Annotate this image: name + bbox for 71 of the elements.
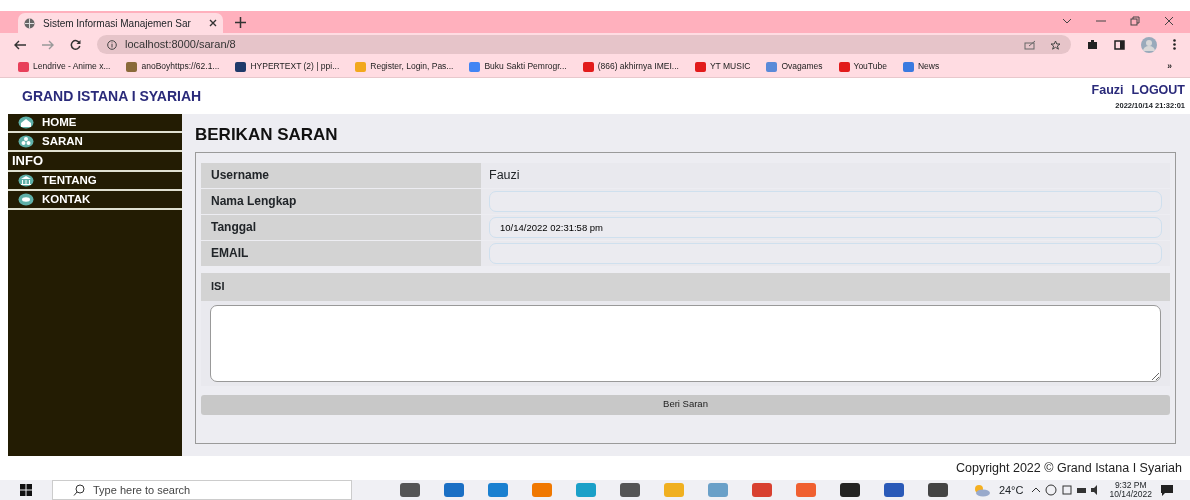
- close-icon[interactable]: [209, 19, 217, 27]
- app-icon[interactable]: [400, 483, 420, 497]
- bookmark[interactable]: YT MUSIC: [694, 60, 751, 73]
- close-icon[interactable]: [1164, 16, 1174, 26]
- clock[interactable]: 9:32 PM 10/14/2022: [1109, 481, 1152, 499]
- field-label: Tanggal: [201, 214, 481, 240]
- app-icon[interactable]: [928, 483, 948, 497]
- tab-title: Sistem Informasi Manajemen Sar: [43, 17, 191, 29]
- sidebar-link[interactable]: TENTANG: [8, 172, 182, 191]
- url-text: localhost:8000/saran/8: [125, 37, 236, 53]
- app-icon[interactable]: [444, 483, 464, 497]
- sidebar-link[interactable]: KONTAK: [8, 191, 182, 210]
- bookmark[interactable]: anoBoyhttps://62.1...: [126, 60, 220, 73]
- sidebar-link[interactable]: SARAN: [8, 133, 182, 152]
- bookmark[interactable]: (866) akhirnya IMEI...: [582, 60, 679, 73]
- field-label: EMAIL: [201, 240, 481, 266]
- back-arrow-icon[interactable]: [14, 39, 26, 50]
- app-icon[interactable]: [576, 483, 596, 497]
- menu-item-icon: [18, 116, 34, 129]
- bookmark[interactable]: HYPERTEXT (2) | ppi...: [235, 60, 340, 73]
- message-textarea[interactable]: [210, 304, 1161, 382]
- app-icon[interactable]: [840, 483, 860, 497]
- input-field[interactable]: [489, 190, 1162, 212]
- bookmark[interactable]: YouTube: [838, 60, 887, 73]
- bookmark[interactable]: Lendrive - Anime x...: [18, 60, 111, 73]
- chevron-down-icon[interactable]: [1062, 18, 1072, 24]
- search-field[interactable]: Type here to search: [52, 480, 352, 500]
- menu-item-icon: [18, 174, 34, 187]
- field-label: ISI: [201, 272, 1170, 301]
- bookmark[interactable]: News: [902, 60, 940, 73]
- notification-icon[interactable]: [1160, 484, 1174, 496]
- reload-icon[interactable]: [70, 39, 81, 50]
- info-icon: [107, 39, 117, 50]
- app-icon[interactable]: [620, 483, 640, 497]
- app-icon[interactable]: [796, 483, 816, 497]
- menu-item-icon: [18, 135, 34, 148]
- sidebar-link[interactable]: HOME: [8, 114, 182, 133]
- search-placeholder: Type here to search: [93, 482, 191, 498]
- username-label: Fauzi: [1091, 82, 1124, 99]
- search-icon: [73, 484, 85, 496]
- bookmarks-overflow[interactable]: »: [1167, 60, 1172, 73]
- browser-tab[interactable]: Sistem Informasi Manajemen Sar: [18, 13, 223, 33]
- address-bar[interactable]: localhost:8000/saran/8: [97, 35, 1071, 54]
- site-brand: GRAND ISTANA I SYARIAH: [22, 86, 202, 106]
- field-label: Nama Lengkap: [201, 188, 481, 214]
- avatar-icon[interactable]: [1141, 36, 1157, 53]
- logout-link[interactable]: LOGOUT: [1131, 81, 1185, 100]
- app-icon[interactable]: [752, 483, 772, 497]
- more-icon[interactable]: [1173, 39, 1176, 50]
- forward-arrow-icon[interactable]: [42, 39, 54, 50]
- submit-button[interactable]: Beri Saran: [201, 394, 1170, 415]
- bookmark[interactable]: Ovagames: [766, 60, 823, 73]
- weather-text: 24°C: [998, 482, 1024, 498]
- windows-start-icon[interactable]: [20, 484, 32, 496]
- side-panel-icon[interactable]: [1114, 39, 1125, 50]
- page-title: BERIKAN SARAN: [195, 124, 339, 146]
- app-icon[interactable]: [488, 483, 508, 497]
- app-icon[interactable]: [708, 483, 728, 497]
- plus-icon[interactable]: [235, 17, 246, 28]
- bookmark[interactable]: Buku Sakti Pemrogr...: [469, 60, 567, 73]
- app-icon[interactable]: [884, 483, 904, 497]
- menu-item-icon: [18, 193, 34, 206]
- globe-icon: [24, 17, 35, 29]
- input-field[interactable]: 10/14/2022 02:31:58 pm: [489, 216, 1162, 238]
- copyright-text: Copyright 2022 © Grand Istana I Syariah: [956, 459, 1182, 477]
- field-value: Fauzi: [489, 166, 520, 184]
- input-field[interactable]: [489, 242, 1162, 264]
- field-label: Username: [201, 162, 481, 188]
- bookmark[interactable]: Register, Login, Pas...: [355, 60, 454, 73]
- restore-icon[interactable]: [1130, 16, 1140, 26]
- star-icon[interactable]: [1050, 39, 1061, 51]
